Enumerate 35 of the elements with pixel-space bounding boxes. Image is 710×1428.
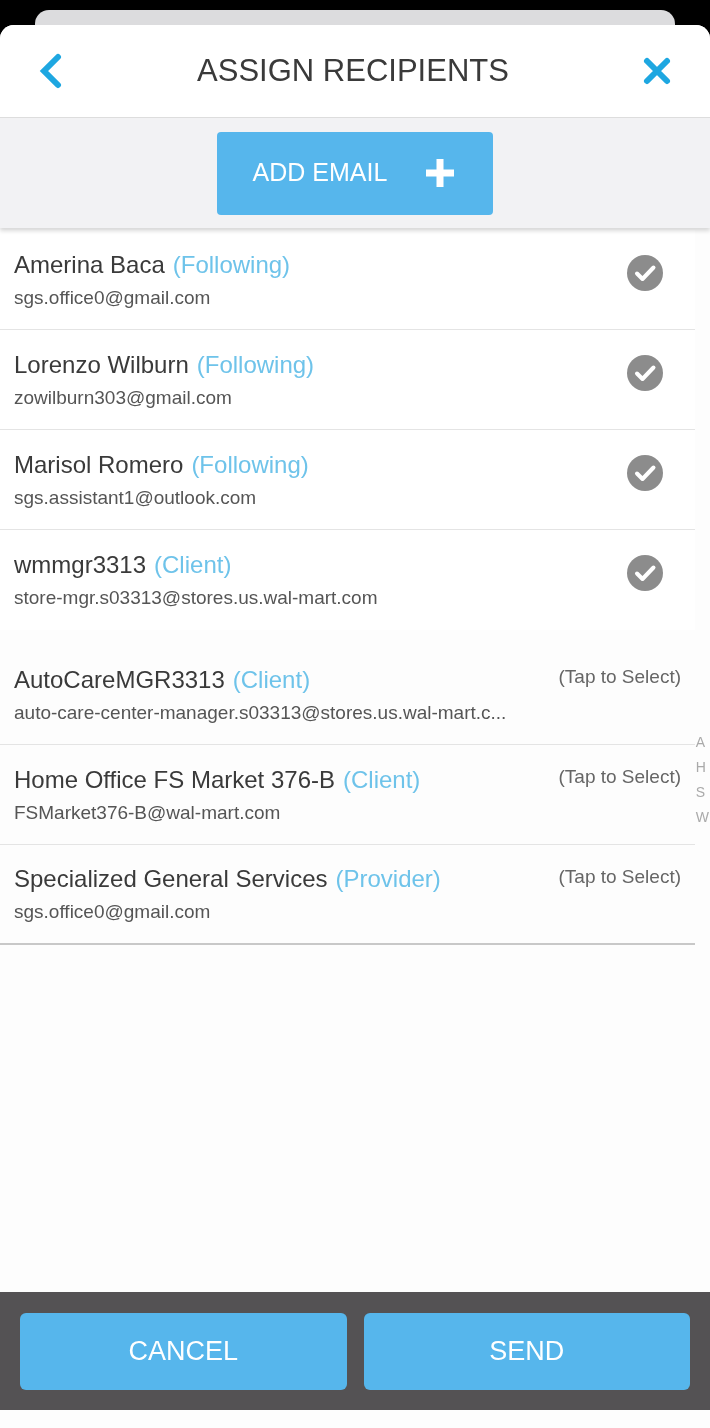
recipient-email: zowilburn303@gmail.com xyxy=(14,385,233,410)
tap-to-select-hint: (Tap to Select) xyxy=(558,665,681,689)
recipient-name: Specialized General Services xyxy=(14,864,328,894)
side-letter: H xyxy=(695,758,707,777)
recipient-name: AutoCareMGR3313 xyxy=(14,664,225,695)
recipient-email: store-mgr.s03313@stores.us.wal-mart.com xyxy=(14,586,379,610)
recipient-name: wmmgr3313 xyxy=(14,550,147,580)
recipient-name: Amerina Baca xyxy=(14,249,165,280)
recipient-email: auto-care-center-manager.s03313@stores.us.wal-mart.c... xyxy=(14,700,508,725)
recipient-name: Lorenzo Wilburn xyxy=(14,349,189,380)
recipient-role: (Provider) xyxy=(335,864,441,894)
recipient-role: (Client) xyxy=(232,664,311,695)
recipient-role: (Following) xyxy=(191,449,309,480)
recipient-role: (Client) xyxy=(343,764,421,795)
side-letter: S xyxy=(695,783,707,802)
recipient-name: Home Office FS Market 376-B xyxy=(14,764,335,795)
recipient-name: Marisol Romero xyxy=(14,449,184,480)
checkmark-icon xyxy=(627,254,663,291)
side-letter: W xyxy=(695,808,709,827)
recipient-email: sgs.office0@gmail.com xyxy=(14,900,212,924)
recipient-role: (Client) xyxy=(154,550,232,580)
recipient-role: (Following) xyxy=(172,249,291,280)
side-letter: A xyxy=(695,733,707,752)
tap-to-select-hint: (Tap to Select) xyxy=(558,765,681,789)
recipient-email: FSMarket376-B@wal-mart.com xyxy=(14,800,282,825)
window-title: ASSIGN RECIPIENTS xyxy=(197,51,509,90)
checkmark-icon xyxy=(627,354,663,391)
checkmark-icon xyxy=(627,454,663,491)
close-icon[interactable] xyxy=(642,56,672,86)
recipient-email: sgs.office0@gmail.com xyxy=(14,285,212,310)
checkmark-icon xyxy=(627,555,663,591)
tap-to-select-hint: (Tap to Select) xyxy=(558,865,681,889)
back-icon[interactable] xyxy=(38,53,64,89)
recipient-role: (Following) xyxy=(196,349,315,380)
recipient-email: sgs.assistant1@outlook.com xyxy=(14,485,258,510)
